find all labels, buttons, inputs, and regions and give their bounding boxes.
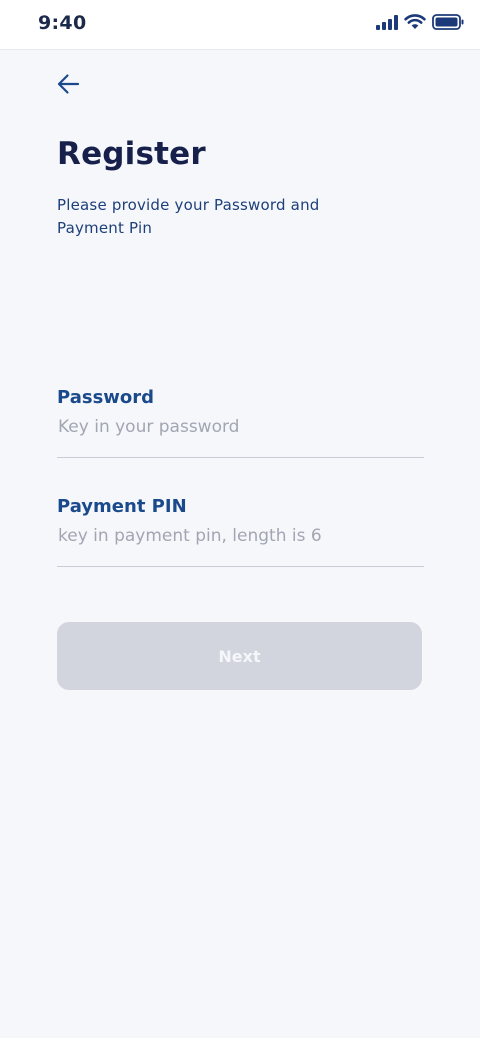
page-subtitle: Please provide your Password and Payment… <box>57 196 320 237</box>
payment-pin-label: Payment PIN <box>57 496 187 517</box>
battery-icon <box>432 14 464 34</box>
arrow-left-icon <box>56 73 80 99</box>
payment-pin-input[interactable] <box>57 526 424 567</box>
next-button[interactable]: Next <box>57 622 422 690</box>
wifi-icon <box>404 14 426 34</box>
status-bar: 9:40 <box>0 0 480 50</box>
back-button[interactable] <box>52 70 84 102</box>
status-time: 9:40 <box>38 12 87 34</box>
password-label: Password <box>57 387 155 408</box>
page-title: Register <box>57 136 206 172</box>
payment-pin-field: Payment PIN <box>57 496 424 567</box>
signal-icon <box>376 14 398 34</box>
password-input[interactable] <box>57 417 424 458</box>
status-icons <box>376 14 464 34</box>
password-field: Password <box>57 387 424 458</box>
